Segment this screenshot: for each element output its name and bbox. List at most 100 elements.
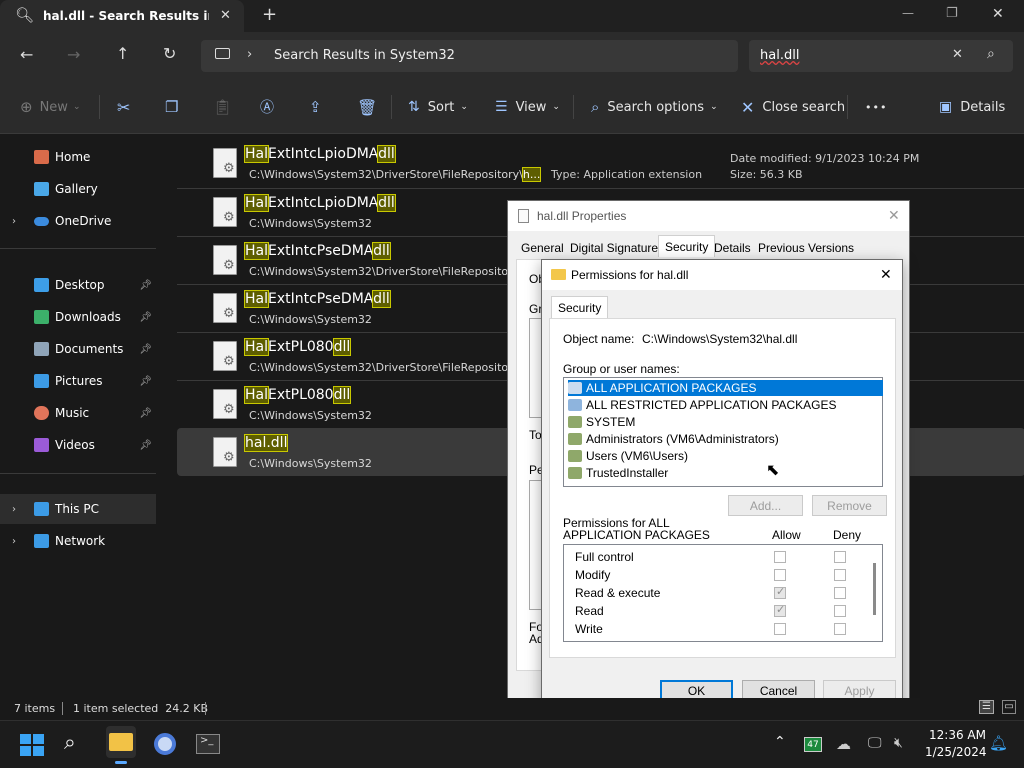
sidebar-item-documents[interactable]: Documents 📌︎ [0, 334, 156, 364]
search-input[interactable]: hal.dll [760, 48, 799, 63]
chevron-right-icon[interactable]: › [247, 47, 252, 62]
allow-checkbox[interactable] [774, 551, 786, 563]
app-badge-icon[interactable]: 47 [804, 737, 822, 752]
close-search-button[interactable]: ✕ Close search [741, 80, 845, 134]
volume-mute-icon[interactable]: 🔇︎ [894, 735, 903, 751]
file-explorer-icon[interactable] [106, 726, 136, 764]
paste-icon[interactable]: 📋︎ [213, 80, 232, 134]
match-highlight: h... [521, 167, 542, 182]
sidebar-item-desktop[interactable]: Desktop 📌︎ [0, 270, 156, 300]
chrome-icon[interactable] [154, 733, 176, 755]
scrollbar-thumb[interactable] [873, 563, 876, 615]
new-tab-button[interactable]: + [262, 4, 277, 25]
cloud-off-icon[interactable]: ☁ [836, 735, 851, 753]
clear-search-icon[interactable]: ✕ [952, 47, 963, 62]
sort-button[interactable]: ⇅ Sort ⌄ [408, 80, 468, 134]
close-button[interactable]: ✕ [992, 6, 1004, 22]
search-icon[interactable]: ⌕ [64, 730, 76, 755]
sidebar-item-music[interactable]: Music 📌︎ [0, 398, 156, 428]
deny-checkbox[interactable] [834, 587, 846, 599]
user-name: ALL RESTRICTED APPLICATION PACKAGES [586, 398, 837, 412]
sidebar-item-gallery[interactable]: Gallery [0, 174, 156, 204]
user-list-item[interactable]: ALL APPLICATION PACKAGES [568, 380, 883, 396]
delete-icon[interactable]: 🗑︎ [357, 80, 377, 134]
view-label: View [515, 99, 547, 115]
remove-button[interactable]: Remove [812, 495, 887, 516]
sidebar-item-downloads[interactable]: Downloads 📌︎ [0, 302, 156, 332]
windows-start-icon[interactable] [20, 734, 44, 756]
rename-icon[interactable]: Ⓐ [260, 80, 274, 134]
details-button[interactable]: ▣ Details [939, 80, 1005, 134]
user-list-item[interactable]: SYSTEM [568, 414, 883, 430]
view-button[interactable]: ☰ View ⌄ [495, 80, 560, 134]
tab-previous-versions[interactable]: Previous Versions [758, 237, 854, 259]
chevron-up-icon[interactable]: ⌃ [774, 734, 786, 750]
clock-date[interactable]: 1/25/2024 [925, 745, 987, 759]
status-bar: 7 items 1 item selected 24.2 KB ☰ ▭ [0, 698, 1024, 720]
back-arrow-icon[interactable]: ← [20, 45, 33, 64]
close-icon[interactable]: ✕ [880, 266, 892, 283]
network-icon[interactable]: 🖵︎ [868, 735, 882, 751]
user-list-item[interactable]: Users (VM6\Users) [568, 448, 883, 464]
chevron-right-icon[interactable]: › [12, 504, 16, 515]
allow-checkbox[interactable] [774, 623, 786, 635]
user-list-item[interactable]: TrustedInstaller [568, 465, 883, 481]
copy-icon[interactable]: ❐ [165, 80, 178, 134]
view-icon: ☰ [495, 99, 508, 115]
notification-bell-icon[interactable]: 🔔︎ [989, 734, 1008, 752]
user-list-item[interactable]: Administrators (VM6\Administrators) [568, 431, 883, 447]
deny-checkbox[interactable] [834, 551, 846, 563]
close-icon[interactable]: ✕ [888, 207, 900, 224]
file-row[interactable]: HalExtIntcLpioDMAdll C:\Windows\System32… [177, 140, 1024, 188]
maximize-button[interactable]: ❐ [946, 6, 958, 21]
sidebar-item-onedrive[interactable]: › OneDrive [0, 206, 156, 236]
allow-checkbox-checked[interactable] [774, 585, 786, 599]
match-highlight: Hal [244, 242, 269, 260]
sidebar-item-network[interactable]: › Network [0, 526, 156, 556]
monitor-icon [215, 48, 230, 59]
allow-checkbox[interactable] [774, 569, 786, 581]
sidebar-item-pictures[interactable]: Pictures 📌︎ [0, 366, 156, 396]
window-tab[interactable]: 🔍︎ hal.dll - Search Results in System32 … [0, 0, 244, 32]
document-icon [34, 342, 49, 356]
chevron-right-icon[interactable]: › [12, 536, 16, 547]
cut-icon[interactable]: ✂ [117, 80, 130, 134]
terminal-icon[interactable]: >_ [196, 734, 220, 754]
tiles-view-icon[interactable]: ▭ [1002, 700, 1016, 714]
user-name: TrustedInstaller [586, 466, 669, 480]
user-list[interactable]: ALL APPLICATION PACKAGES ALL RESTRICTED … [563, 377, 883, 487]
object-name-label: Object name: [563, 332, 635, 346]
sidebar-item-this-pc[interactable]: › This PC [0, 494, 156, 524]
minimize-button[interactable]: — [902, 6, 914, 20]
allow-checkbox-checked[interactable] [774, 603, 786, 617]
up-arrow-icon[interactable]: ↑ [116, 44, 129, 63]
tab-general[interactable]: General [521, 237, 564, 259]
address-box[interactable]: › Search Results in System32 [201, 40, 738, 72]
network-icon [34, 534, 49, 548]
refresh-icon[interactable]: ↻ [163, 44, 176, 63]
more-options-button[interactable]: ••• [865, 80, 887, 134]
add-button[interactable]: Add... [728, 495, 803, 516]
details-view-icon[interactable]: ☰ [979, 700, 994, 714]
clock-time[interactable]: 12:36 AM [929, 728, 986, 742]
share-icon[interactable]: ⇪ [309, 80, 322, 134]
deny-checkbox[interactable] [834, 623, 846, 635]
tab-close-icon[interactable]: ✕ [220, 8, 231, 23]
tab-details[interactable]: Details [714, 237, 751, 259]
new-button[interactable]: ⊕ New ⌄ [20, 80, 80, 134]
sidebar-item-label: Desktop [55, 278, 105, 292]
chevron-right-icon[interactable]: › [12, 216, 16, 227]
search-icon[interactable]: ⌕ [987, 46, 995, 62]
search-options-button[interactable]: ⌕ Search options ⌄ [591, 80, 718, 134]
search-box[interactable]: hal.dll ✕ ⌕ [749, 40, 1013, 72]
deny-checkbox[interactable] [834, 569, 846, 581]
tab-security[interactable]: Security [658, 235, 716, 257]
sidebar-item-videos[interactable]: Videos 📌︎ [0, 430, 156, 460]
deny-checkbox[interactable] [834, 605, 846, 617]
user-list-item[interactable]: ALL RESTRICTED APPLICATION PACKAGES [568, 397, 883, 413]
tab-digital-signatures[interactable]: Digital Signatures [570, 237, 664, 259]
sidebar-item-home[interactable]: Home [0, 142, 156, 172]
location-text: Search Results in System32 [274, 48, 455, 63]
forward-arrow-icon[interactable]: → [67, 45, 80, 64]
tab-security[interactable]: Security [551, 296, 609, 319]
